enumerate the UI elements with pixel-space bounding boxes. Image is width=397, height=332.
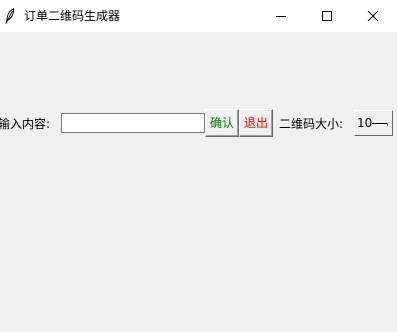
title-bar[interactable]: 订单二维码生成器 <box>0 0 397 32</box>
client-area: 输入内容: 确认 退出 二维码大小: 10 <box>0 32 397 332</box>
feather-icon <box>5 8 15 24</box>
size-label: 二维码大小: <box>279 117 344 131</box>
size-option-menu[interactable]: 10 <box>354 110 393 136</box>
window-title: 订单二维码生成器 <box>24 9 121 23</box>
minimize-icon <box>276 16 286 17</box>
confirm-button[interactable]: 确认 <box>205 109 239 137</box>
exit-button[interactable]: 退出 <box>239 109 273 137</box>
size-value: 10 <box>357 116 373 130</box>
content-input[interactable] <box>61 113 205 133</box>
maximize-icon <box>322 11 332 21</box>
app-window: 订单二维码生成器 输入内容: 确认 退出 二维码大小: 10 <box>0 0 397 332</box>
input-label: 输入内容: <box>0 117 51 131</box>
close-button[interactable] <box>350 0 396 32</box>
option-indicator-icon <box>372 123 388 126</box>
minimize-button[interactable] <box>258 0 304 32</box>
maximize-button[interactable] <box>304 0 350 32</box>
close-icon <box>367 10 379 22</box>
